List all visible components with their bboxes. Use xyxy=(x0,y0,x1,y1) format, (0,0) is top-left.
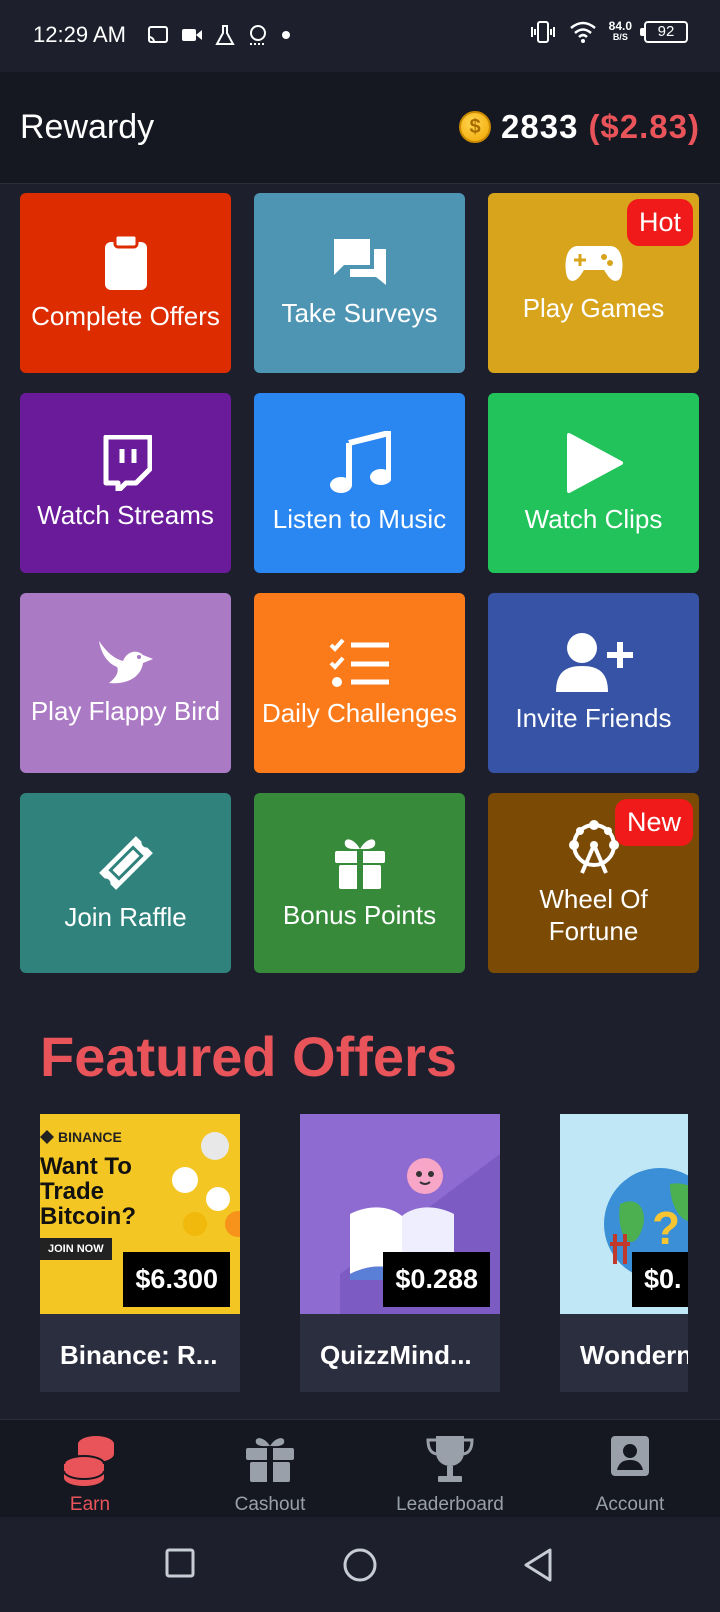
tile-join-raffle[interactable]: Join Raffle xyxy=(20,793,231,973)
nav-earn[interactable]: Earn xyxy=(0,1420,180,1518)
system-navigation-bar xyxy=(0,1517,720,1612)
offer-headline: Want To Trade Bitcoin? xyxy=(40,1153,136,1230)
tile-take-surveys[interactable]: Take Surveys xyxy=(254,193,465,373)
offer-card-quizzmind[interactable]: $0.288 QuizzMind... xyxy=(300,1114,500,1392)
coins-icon xyxy=(63,1436,114,1486)
tile-label: Wheel Of Fortune xyxy=(539,884,648,946)
tile-label: Join Raffle xyxy=(64,902,187,932)
gamepad-icon xyxy=(565,246,622,281)
tile-label: Watch Streams xyxy=(37,500,214,530)
tile-label: Bonus Points xyxy=(282,900,437,930)
tile-play-games[interactable]: Play Games Hot xyxy=(488,193,699,373)
crypto-coins-icon xyxy=(172,1132,240,1237)
offer-name: QuizzMind... xyxy=(320,1340,472,1370)
tile-listen-to-music[interactable]: Listen to Music xyxy=(254,393,465,573)
gift-icon xyxy=(246,1438,294,1482)
chat-icon xyxy=(333,239,386,285)
offer-price: $0.288 xyxy=(383,1252,490,1307)
tile-label: Watch Clips xyxy=(524,504,663,534)
clipboard-icon xyxy=(104,234,147,290)
tile-label: Complete Offers xyxy=(31,301,220,331)
balance-display: $ 2833 ($2.83) xyxy=(459,108,700,146)
battery-indicator: 92 xyxy=(640,21,688,43)
offer-price: $6.300 xyxy=(123,1252,230,1307)
tile-bonus-points[interactable]: Bonus Points xyxy=(254,793,465,973)
gift-icon xyxy=(334,839,385,891)
trophy-icon xyxy=(426,1436,474,1482)
location-icon xyxy=(250,25,266,45)
system-icons: 84.0 B/S 92 xyxy=(529,20,688,44)
points-balance: 2833 xyxy=(501,108,579,145)
ferris-wheel-icon xyxy=(568,820,619,874)
hot-badge: Hot xyxy=(626,199,693,246)
nav-cashout[interactable]: Cashout xyxy=(180,1420,360,1518)
nav-leaderboard[interactable]: Leaderboard xyxy=(360,1420,540,1518)
account-icon xyxy=(611,1436,649,1476)
tile-complete-offers[interactable]: Complete Offers xyxy=(20,193,231,373)
vibrate-icon xyxy=(530,21,555,43)
tile-label: Play Games xyxy=(522,293,665,323)
music-note-icon xyxy=(329,431,391,493)
back-button[interactable] xyxy=(522,1547,554,1583)
new-badge: New xyxy=(614,799,693,846)
offer-name: Wondern xyxy=(580,1340,688,1370)
tile-daily-challenges[interactable]: Daily Challenges xyxy=(254,593,465,773)
tile-wheel-of-fortune[interactable]: Wheel Of Fortune New xyxy=(488,793,699,973)
video-icon xyxy=(182,29,202,41)
offer-cta: JOIN NOW xyxy=(40,1238,112,1260)
tile-play-flappy-bird[interactable]: Play Flappy Bird xyxy=(20,593,231,773)
cast-icon xyxy=(148,26,168,43)
tile-label: Daily Challenges xyxy=(261,698,458,728)
tile-label: Invite Friends xyxy=(515,703,672,733)
status-bar: 12:29 AM 84.0 B/S 92 xyxy=(0,0,720,72)
network-speed-value: 84.0 xyxy=(608,19,632,33)
network-speed-unit: B/S xyxy=(612,32,628,42)
wifi-icon xyxy=(569,21,596,43)
bird-icon xyxy=(98,641,153,684)
ticket-icon xyxy=(98,836,153,890)
svg-text:?: ? xyxy=(652,1202,680,1254)
nav-label: Cashout xyxy=(234,1494,306,1515)
nav-label: Earn xyxy=(69,1494,111,1515)
twitch-icon xyxy=(103,435,152,491)
tile-watch-clips[interactable]: Watch Clips xyxy=(488,393,699,573)
nav-label: Account xyxy=(595,1494,665,1515)
offer-brand: BINANCE xyxy=(58,1129,122,1145)
tile-watch-streams[interactable]: Watch Streams xyxy=(20,393,231,573)
featured-offers-heading: Featured Offers xyxy=(40,1025,457,1088)
recents-button[interactable] xyxy=(164,1547,196,1579)
nav-label: Leaderboard xyxy=(396,1494,504,1515)
status-time: 12:29 AM xyxy=(33,22,126,47)
tile-label: Take Surveys xyxy=(281,298,438,328)
flask-icon xyxy=(215,25,235,45)
nav-account[interactable]: Account xyxy=(540,1420,720,1518)
binance-logo-icon xyxy=(40,1130,54,1144)
tile-invite-friends[interactable]: Invite Friends xyxy=(488,593,699,773)
notification-icons xyxy=(147,24,291,46)
dot-icon xyxy=(282,31,290,39)
network-speed: 84.0 B/S xyxy=(608,19,632,43)
offer-name: Binance: R... xyxy=(60,1340,218,1370)
tile-label: Play Flappy Bird xyxy=(30,696,221,726)
coin-icon: $ xyxy=(459,111,492,143)
tile-label: Listen to Music xyxy=(272,504,447,534)
app-bar: Rewardy $ 2833 ($2.83) xyxy=(0,72,720,184)
checklist-icon xyxy=(329,638,389,687)
bottom-navigation: Earn Cashout Leaderboard Account xyxy=(0,1419,720,1517)
offer-card-binance[interactable]: BINANCE Want To Trade Bitcoin? JOIN NOW … xyxy=(40,1114,240,1392)
usd-balance: ($2.83) xyxy=(588,108,700,145)
home-button[interactable] xyxy=(342,1547,378,1583)
featured-offers-carousel[interactable]: BINANCE Want To Trade Bitcoin? JOIN NOW … xyxy=(40,1114,688,1392)
app-title: Rewardy xyxy=(20,108,155,146)
add-user-icon xyxy=(555,633,633,692)
play-icon xyxy=(566,433,623,493)
offer-price: $0. xyxy=(632,1252,688,1307)
earn-options-grid: Complete Offers Take Surveys Play Games … xyxy=(20,193,700,973)
offer-card-wondern[interactable]: ? $0. Wondern xyxy=(560,1114,688,1392)
